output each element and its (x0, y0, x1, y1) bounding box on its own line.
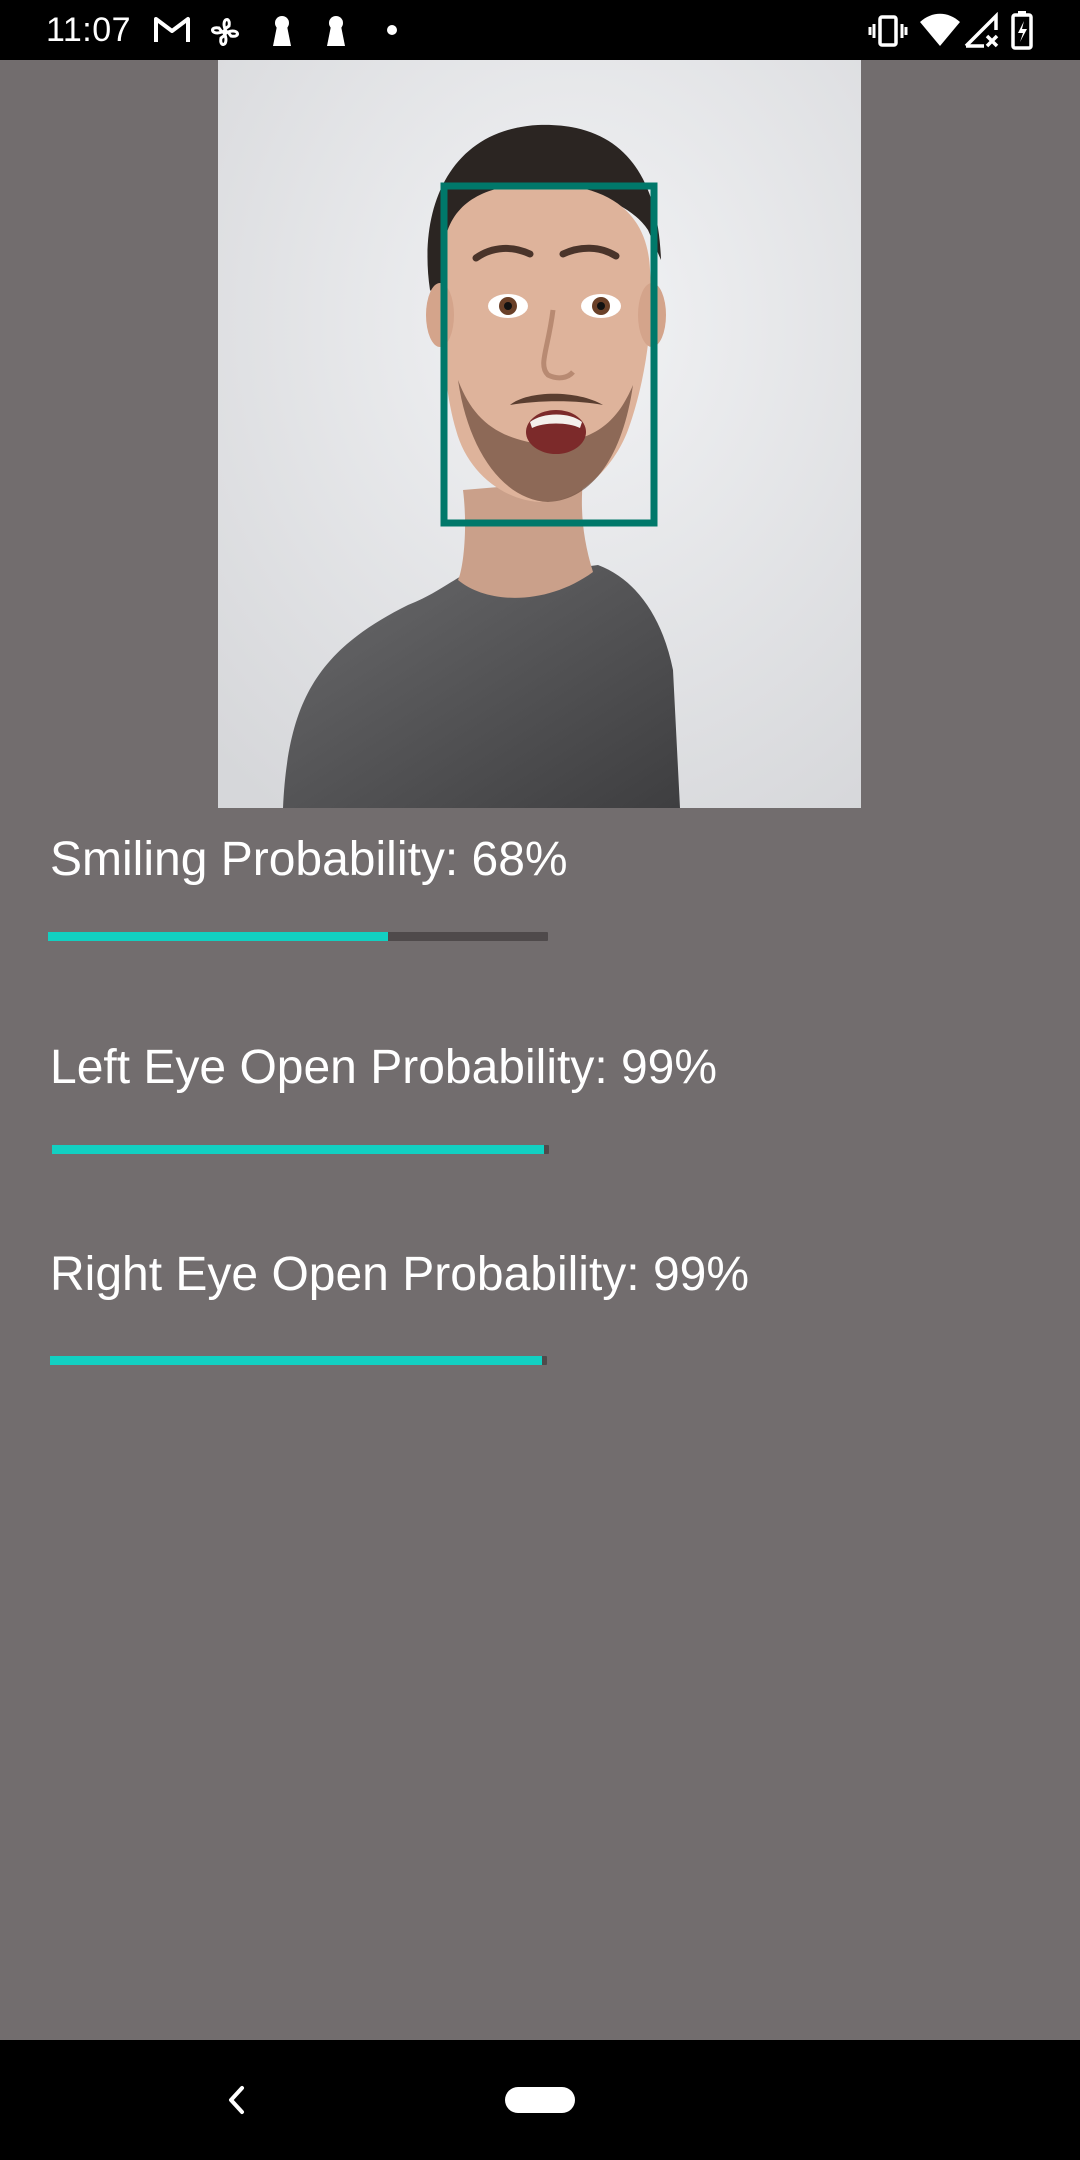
right-eye-progress-fill (50, 1356, 543, 1365)
right-eye-progress-bar (50, 1356, 547, 1365)
dot-icon (387, 25, 397, 35)
battery-charging-icon (1011, 11, 1033, 50)
navigation-bar (0, 2040, 1080, 2160)
home-pill-icon[interactable] (505, 2087, 575, 2113)
status-bar: 11:07 (0, 0, 1080, 60)
face-photo (218, 60, 861, 808)
vibrate-icon (868, 15, 908, 47)
smiling-probability-label: Smiling Probability: 68% (50, 833, 568, 886)
fan-icon (211, 18, 239, 46)
keyhole-icon (273, 16, 291, 46)
gmail-icon (154, 17, 190, 42)
no-signal-icon (964, 12, 999, 48)
back-icon[interactable] (222, 2080, 252, 2120)
status-time: 11:07 (46, 11, 132, 49)
left-eye-progress-fill (52, 1145, 545, 1154)
wifi-icon (920, 13, 960, 46)
smiling-progress-bar (48, 932, 548, 941)
smiling-progress-fill (48, 932, 388, 941)
left-eye-progress-bar (52, 1145, 549, 1154)
right-eye-probability-label: Right Eye Open Probability: 99% (50, 1248, 750, 1301)
left-eye-probability-label: Left Eye Open Probability: 99% (50, 1041, 718, 1094)
keyhole-icon (327, 16, 345, 46)
